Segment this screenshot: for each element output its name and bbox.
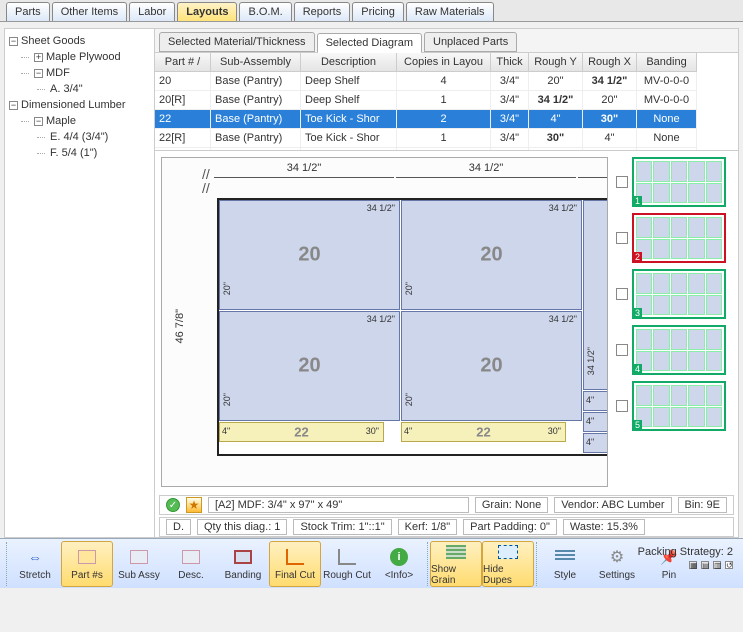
tab-reports[interactable]: Reports — [294, 2, 351, 21]
material-tree: −Sheet Goods +Maple Plywood −MDF A. 3/4"… — [5, 29, 155, 537]
col-roughx[interactable]: Rough X — [583, 53, 637, 72]
favorite-icon[interactable]: ★ — [186, 497, 202, 513]
tool-final-cut[interactable]: Final Cut — [269, 541, 321, 587]
grain-label: Grain: None — [475, 497, 548, 513]
table-row[interactable]: 22[R]Base (Pantry)Toe Kick - Shor13/4"30… — [155, 129, 738, 148]
col-roughy[interactable]: Rough Y — [529, 53, 583, 72]
tool-sub-assy[interactable]: Sub Assy — [113, 541, 165, 587]
tree-maple-e[interactable]: E. 4/4 (3/4") — [37, 129, 150, 145]
tree-maple-plywood[interactable]: +Maple Plywood — [21, 49, 150, 65]
part-20-rotated[interactable]: 20 20" 34 1/2" — [583, 200, 608, 390]
trim-label: Stock Trim: 1"::1" — [293, 519, 391, 535]
col-banding[interactable]: Banding — [637, 53, 697, 72]
part-25[interactable]: 25 4" 18" — [583, 433, 608, 453]
part-20[interactable]: 20 34 1/2" 20" — [219, 200, 400, 310]
part-20[interactable]: 20 34 1/2" 20" — [401, 311, 582, 421]
part-20[interactable]: 20 34 1/2" 20" — [401, 200, 582, 310]
table-row[interactable]: 22Base (Pantry)Toe Kick - Shor23/4"4"30"… — [155, 110, 738, 129]
table-row[interactable]: 20[R]Base (Pantry)Deep Shelf13/4"34 1/2"… — [155, 91, 738, 110]
tree-sheet-goods[interactable]: −Sheet Goods — [9, 33, 150, 49]
subtab-unplaced-parts[interactable]: Unplaced Parts — [424, 32, 517, 52]
tree-maple-f[interactable]: F. 5/4 (1") — [37, 145, 150, 161]
packing-strategy-label: Packing Strategy: 2 — [638, 546, 733, 558]
kerf-label: Kerf: 1/8" — [398, 519, 457, 535]
grid-header: Part # / Sub-Assembly Description Copies… — [155, 53, 738, 72]
left-dimension: 46 7/8" — [166, 198, 206, 476]
bottom-toolbar: ⇔Stretch Part #s Sub Assy Desc. Banding … — [0, 538, 743, 588]
sheet-label: [A2] MDF: 3/4" x 97" x 49" — [208, 497, 469, 513]
top-tabs: Parts Other Items Labor Layouts B.O.M. R… — [0, 0, 743, 22]
thumbnail-2[interactable]: 2 — [632, 213, 726, 263]
packing-opt-icon[interactable]: ▦ — [689, 561, 697, 569]
thumb-checkbox[interactable] — [616, 400, 628, 412]
tool-banding[interactable]: Banding — [217, 541, 269, 587]
tool-stretch[interactable]: ⇔Stretch — [9, 541, 61, 587]
pad-label: Part Padding: 0" — [463, 519, 557, 535]
tool-rough-cut[interactable]: Rough Cut — [321, 541, 373, 587]
part-22[interactable]: 22 4" 30" — [219, 422, 384, 442]
tool-desc[interactable]: Desc. — [165, 541, 217, 587]
subtab-selected-material[interactable]: Selected Material/Thickness — [159, 32, 315, 52]
tab-other-items[interactable]: Other Items — [52, 2, 127, 21]
status-row-2: D. Qty this diag.: 1 Stock Trim: 1"::1" … — [159, 517, 734, 537]
col-thick[interactable]: Thick — [491, 53, 529, 72]
table-row[interactable]: 20Base (Pantry)Deep Shelf43/4"20"34 1/2"… — [155, 72, 738, 91]
status-ok-icon: ✓ — [166, 498, 180, 512]
packing-opt-icon[interactable]: ▤ — [701, 561, 709, 569]
thumb-checkbox[interactable] — [616, 232, 628, 244]
waste-label: Waste: 15.3% — [563, 519, 645, 535]
tool-settings[interactable]: ⚙Settings — [591, 541, 643, 587]
col-description[interactable]: Description — [301, 53, 397, 72]
thumbnail-4[interactable]: 4 — [632, 325, 726, 375]
thumb-checkbox[interactable] — [616, 344, 628, 356]
part-25[interactable]: 25 4" 18" — [583, 391, 608, 411]
tool-part-numbers[interactable]: Part #s — [61, 541, 113, 587]
tab-bom[interactable]: B.O.M. — [239, 2, 291, 21]
subtab-selected-diagram[interactable]: Selected Diagram — [317, 33, 422, 53]
thumbnail-3[interactable]: 3 — [632, 269, 726, 319]
sheet-outline: 20 34 1/2" 20" 20 34 1/2" 20" 20 20" 34 … — [217, 198, 608, 456]
tool-hide-dupes[interactable]: Hide Dupes — [482, 541, 534, 587]
col-part[interactable]: Part # / — [155, 53, 211, 72]
tree-maple[interactable]: −Maple — [21, 113, 150, 129]
packing-opt-icon[interactable]: ↺ — [725, 561, 733, 569]
tree-mdf[interactable]: −MDF — [21, 65, 150, 81]
bin-label: Bin: 9E — [678, 497, 727, 513]
part-25[interactable]: 25 4" 18" — [583, 412, 608, 432]
tree-dim-lumber[interactable]: −Dimensioned Lumber — [9, 97, 150, 113]
layout-thumbnails: 1 2 3 4 5 — [614, 157, 732, 487]
thumb-checkbox[interactable] — [616, 176, 628, 188]
d-label: D. — [166, 519, 191, 535]
col-copies[interactable]: Copies in Layou — [397, 53, 491, 72]
status-row-1: ✓ ★ [A2] MDF: 3/4" x 97" x 49" Grain: No… — [159, 495, 734, 515]
tab-parts[interactable]: Parts — [6, 2, 50, 21]
tool-show-grain[interactable]: Show Grain — [430, 541, 482, 587]
part-22[interactable]: 22 4" 30" — [401, 422, 566, 442]
top-dimensions: 34 1/2" 34 1/2" 20" 4" — [214, 162, 597, 190]
qty-label: Qty this diag.: 1 — [197, 519, 287, 535]
packing-opt-icon[interactable]: ▥ — [713, 561, 721, 569]
tool-info[interactable]: i<Info> — [373, 541, 425, 587]
thumb-checkbox[interactable] — [616, 288, 628, 300]
sub-tabs: Selected Material/Thickness Selected Dia… — [155, 29, 738, 53]
vendor-label: Vendor: ABC Lumber — [554, 497, 671, 513]
parts-grid: Part # / Sub-Assembly Description Copies… — [155, 53, 738, 151]
tool-style[interactable]: Style — [539, 541, 591, 587]
tab-raw-materials[interactable]: Raw Materials — [406, 2, 494, 21]
tab-pricing[interactable]: Pricing — [352, 2, 404, 21]
tab-labor[interactable]: Labor — [129, 2, 175, 21]
thumbnail-5[interactable]: 5 — [632, 381, 726, 431]
col-subassembly[interactable]: Sub-Assembly — [211, 53, 301, 72]
tab-layouts[interactable]: Layouts — [177, 2, 237, 21]
tree-mdf-a[interactable]: A. 3/4" — [37, 81, 150, 97]
thumbnail-1[interactable]: 1 — [632, 157, 726, 207]
layout-diagram[interactable]: // // 34 1/2" 34 1/2" 20" 4" 46 7/8" 20 … — [161, 157, 608, 487]
part-20[interactable]: 20 34 1/2" 20" — [219, 311, 400, 421]
